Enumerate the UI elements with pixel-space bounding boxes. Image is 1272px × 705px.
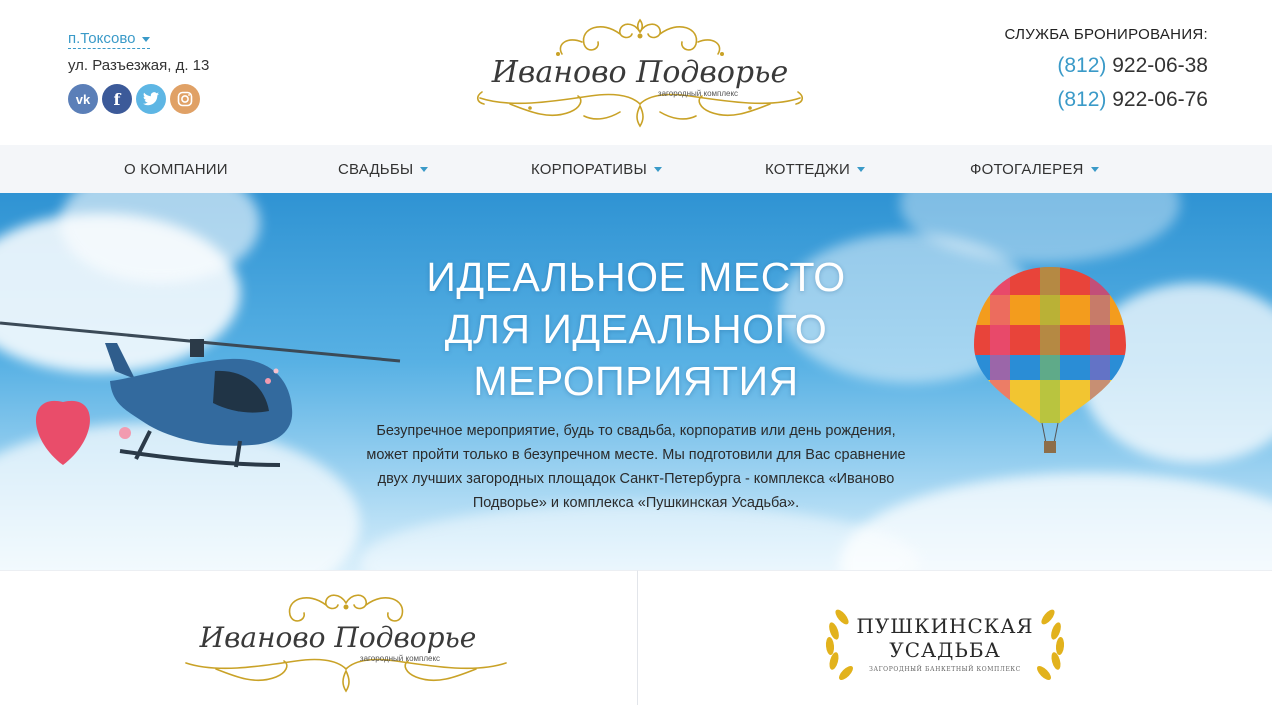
phone-code: (812) [1057, 88, 1107, 111]
hero-title-line: ДЛЯ ИДЕАЛЬНОГО [444, 306, 828, 352]
card-subtitle: загородный комплекс [360, 654, 440, 663]
card-title-line: УСАДЬБА [889, 638, 1000, 662]
card-title-line: ПУШКИНСКАЯ [856, 614, 1033, 638]
chevron-down-icon [420, 167, 429, 172]
nav-label: ФОТОГАЛЕРЕЯ [970, 161, 1084, 178]
twitter-icon[interactable] [136, 84, 166, 114]
city-selector[interactable]: п.Токсово [68, 30, 150, 49]
booking-title: СЛУЖБА БРОНИРОВАНИЯ: [1004, 26, 1208, 43]
nav-item-cottages[interactable]: КОТТЕДЖИ [765, 161, 865, 178]
chevron-down-icon [1090, 167, 1099, 172]
venue-card-ivanovo[interactable]: Иваново Подворье загородный комплекс [0, 570, 638, 705]
card-subtitle: ЗАГОРОДНЫЙ БАНКЕТНЫЙ КОМПЛЕКС [869, 665, 1021, 673]
hero-title: ИДЕАЛЬНОЕ МЕСТО ДЛЯ ИДЕАЛЬНОГО МЕРОПРИЯТ… [0, 251, 1272, 407]
instagram-camera-shape [177, 91, 193, 107]
nav-item-weddings[interactable]: СВАДЬБЫ [338, 161, 429, 178]
logo-ornament: Иваново Подворье загородный комплекс [476, 18, 804, 128]
booking-block: СЛУЖБА БРОНИРОВАНИЯ: (812) 922-06-38 (81… [1004, 26, 1208, 111]
chevron-down-icon [856, 167, 865, 172]
nav-label: СВАДЬБЫ [338, 161, 414, 178]
phone-number: 922-06-38 [1112, 54, 1208, 77]
facebook-glyph: f [113, 89, 121, 109]
phone-2[interactable]: (812) 922-06-76 [1004, 89, 1208, 111]
phone-1[interactable]: (812) 922-06-38 [1004, 55, 1208, 77]
chevron-down-icon [141, 36, 150, 42]
vk-icon[interactable]: vk [68, 84, 98, 114]
logo-subtitle: загородный комплекс [658, 89, 738, 98]
nav-label: КОТТЕДЖИ [765, 161, 850, 178]
hero-title-line: МЕРОПРИЯТИЯ [473, 358, 799, 404]
facebook-icon[interactable]: f [102, 84, 132, 114]
logo-title: Иваново Подворье [491, 55, 788, 90]
hero-banner: ИДЕАЛЬНОЕ МЕСТО ДЛЯ ИДЕАЛЬНОГО МЕРОПРИЯТ… [0, 193, 1272, 570]
hero-title-line: ИДЕАЛЬНОЕ МЕСТО [426, 254, 846, 300]
vk-glyph: vk [75, 91, 91, 107]
nav-item-gallery[interactable]: ФОТОГАЛЕРЕЯ [970, 161, 1099, 178]
venue-cards: Иваново Подворье загородный комплекс ПУШ… [0, 570, 1272, 705]
location-block: п.Токсово ул. Разъезжая, д. 13 vk f [68, 30, 209, 114]
pushkin-logo: ПУШКИНСКАЯ УСАДЬБА ЗАГОРОДНЫЙ БАНКЕТНЫЙ … [825, 609, 1065, 680]
phone-code: (812) [1057, 54, 1107, 77]
hero-text-line: Безупречное мероприятие, будь то свадьба… [376, 423, 896, 439]
address: ул. Разъезжая, д. 13 [68, 57, 210, 74]
nav-item-about[interactable]: О КОМПАНИИ [124, 161, 228, 178]
hero-description: Безупречное мероприятие, будь то свадьба… [356, 419, 916, 515]
nav-label: О КОМПАНИИ [124, 161, 228, 178]
hero-text-line: может пройти только в безупречном месте.… [366, 447, 906, 463]
instagram-icon[interactable] [170, 84, 200, 114]
main-nav: О КОМПАНИИ СВАДЬБЫ КОРПОРАТИВЫ КОТТЕДЖИ … [0, 145, 1272, 193]
phone-number: 922-06-76 [1112, 88, 1208, 111]
social-links: vk f [68, 84, 209, 114]
site-header: п.Токсово ул. Разъезжая, д. 13 vk f Иван… [0, 0, 1272, 145]
chevron-down-icon [653, 167, 662, 172]
ivanovo-logo: Иваново Подворье загородный комплекс [185, 594, 507, 693]
hero-text-line: Подворье» и комплекса «Пушкинская Усадьб… [472, 495, 800, 511]
site-logo[interactable]: Иваново Подворье загородный комплекс [470, 12, 810, 130]
nav-item-corporate[interactable]: КОРПОРАТИВЫ [531, 161, 662, 178]
hero-text-line: двух лучших загородных площадок Санкт-Пе… [377, 471, 895, 487]
card-title: Иваново Подворье [199, 621, 477, 654]
city-label: п.Токсово [68, 30, 136, 47]
twitter-bird-shape [143, 92, 159, 106]
venue-card-pushkin[interactable]: ПУШКИНСКАЯ УСАДЬБА ЗАГОРОДНЫЙ БАНКЕТНЫЙ … [638, 570, 1272, 705]
nav-label: КОРПОРАТИВЫ [531, 161, 647, 178]
